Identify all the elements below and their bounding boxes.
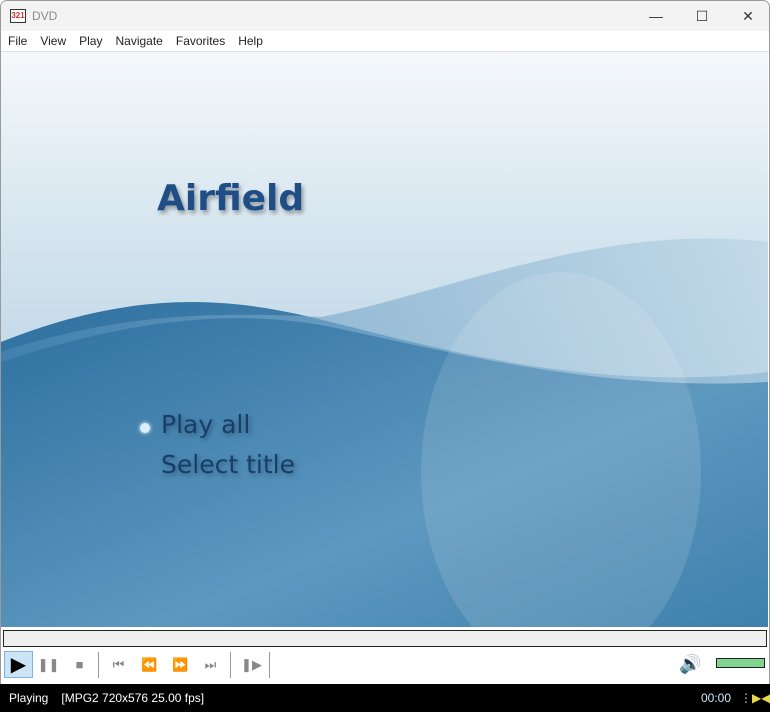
video-area[interactable]: Airfield Play all Select title [1, 52, 768, 627]
menu-bar: File View Play Navigate Favorites Help [1, 31, 769, 52]
maximize-button[interactable]: ☐ [679, 1, 725, 31]
dvd-menu-background [1, 52, 768, 627]
status-bar: Playing [MPG2 720x576 25.00 fps] 00:00 ⋮… [0, 684, 770, 712]
selection-bullet-icon [140, 423, 150, 433]
media-info: [MPG2 720x576 25.00 fps] [61, 691, 205, 705]
dvd-menu-play-all[interactable]: Play all [161, 410, 250, 439]
frame-step-button[interactable]: ❚▶ [237, 651, 266, 678]
menu-help[interactable]: Help [232, 34, 269, 48]
time-display: 00:00 [701, 691, 732, 705]
menu-file[interactable]: File [2, 34, 33, 48]
minimize-button[interactable]: — [633, 1, 679, 31]
menu-play[interactable]: Play [73, 34, 108, 48]
resize-grip-icon[interactable]: ⋮▶◀⋮ [740, 691, 770, 705]
menu-view[interactable]: View [34, 34, 72, 48]
stop-button[interactable]: ■ [65, 651, 94, 678]
divider [269, 652, 270, 678]
control-bar: ▶ ❚❚ ■ ⏮ ⏪ ⏩ ⏭ ❚▶ 🔊 [0, 650, 770, 680]
rewind-button[interactable]: ⏪ [135, 651, 164, 678]
playback-state: Playing [9, 691, 49, 705]
speaker-icon[interactable]: 🔊 [676, 651, 705, 678]
dvd-menu-heading: Airfield [157, 178, 305, 219]
divider [98, 652, 99, 678]
window-title: DVD [32, 9, 58, 23]
close-button[interactable]: ✕ [725, 1, 769, 31]
play-button[interactable]: ▶ [4, 651, 33, 678]
title-bar: 321 DVD — ☐ ✕ [1, 1, 769, 31]
previous-button[interactable]: ⏮ [104, 651, 133, 678]
fast-forward-button[interactable]: ⏩ [166, 651, 195, 678]
menu-navigate[interactable]: Navigate [109, 34, 168, 48]
mpc-clapper-icon: 321 [10, 9, 26, 23]
next-button[interactable]: ⏭ [196, 651, 225, 678]
divider [230, 652, 231, 678]
menu-favorites[interactable]: Favorites [170, 34, 231, 48]
seek-bar[interactable] [3, 630, 767, 647]
dvd-menu-select-title[interactable]: Select title [161, 450, 295, 479]
volume-slider[interactable] [716, 658, 765, 668]
pause-button[interactable]: ❚❚ [34, 651, 63, 678]
